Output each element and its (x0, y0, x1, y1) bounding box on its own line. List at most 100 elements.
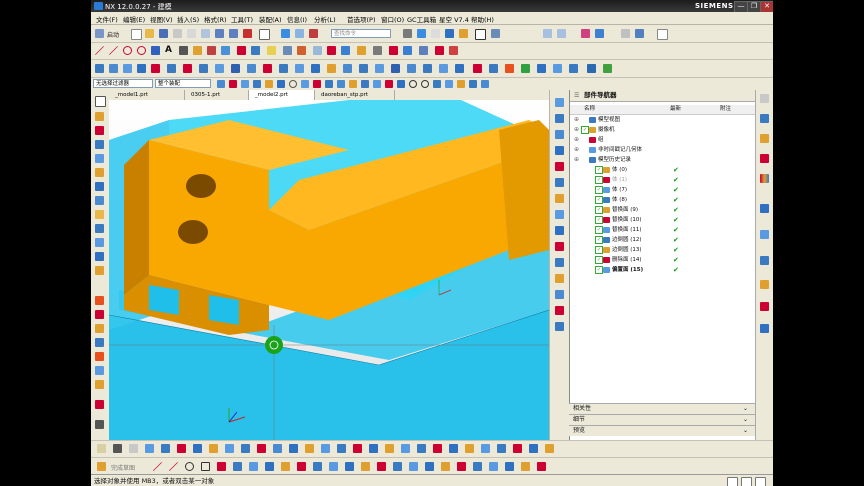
boss-icon[interactable] (137, 64, 146, 73)
navigator-item[interactable]: ✓ 偏置面 (15) ✔ (570, 265, 756, 275)
undo-icon[interactable] (215, 29, 224, 38)
sketch-mirror-icon[interactable] (297, 462, 306, 471)
edit-tool-icon[interactable] (97, 444, 106, 453)
status-fullscreen-icon[interactable] (727, 477, 738, 486)
visibility-checkbox[interactable]: ✓ (595, 256, 603, 264)
sketch-pattern-icon[interactable] (329, 462, 338, 471)
cut-icon[interactable] (173, 29, 182, 38)
delete-face-icon[interactable] (359, 64, 368, 73)
trim-icon[interactable] (207, 46, 216, 55)
expand-toggle-icon[interactable]: ⊕ (574, 125, 579, 135)
graphics-viewport[interactable] (109, 100, 549, 440)
repeat-command-icon[interactable] (243, 29, 252, 38)
save-icon[interactable] (159, 29, 168, 38)
hd3d-tools-icon[interactable] (760, 204, 769, 213)
bridge-icon[interactable] (193, 46, 202, 55)
snap-perp-icon[interactable] (361, 80, 369, 88)
sketch-line-icon[interactable] (153, 462, 162, 471)
sketch-dim-icon[interactable] (345, 462, 354, 471)
open-folder-icon[interactable] (145, 29, 154, 38)
bottom-tool-7-icon[interactable] (289, 444, 298, 453)
patch-icon[interactable] (439, 64, 448, 73)
view-top-icon[interactable] (555, 114, 564, 123)
snap-pole-icon[interactable] (469, 80, 477, 88)
tool-red-icon[interactable] (309, 29, 318, 38)
sketch-tool-1-icon[interactable] (393, 462, 402, 471)
navigator-item[interactable]: ✓ 替换面 (10) ✔ (570, 215, 756, 225)
tab-model1[interactable]: _model1.prt (109, 90, 185, 100)
side-tool-5-icon[interactable] (95, 168, 104, 177)
snap-bounded-icon[interactable] (397, 80, 405, 88)
menu-tools[interactable]: 工具(T) (231, 14, 253, 24)
visibility-checkbox[interactable]: ✓ (595, 166, 603, 174)
side-tool-6-icon[interactable] (95, 182, 104, 191)
sketch-extend-icon[interactable] (281, 462, 290, 471)
menu-xingkong[interactable]: 星空 V7.4 (439, 14, 469, 24)
visibility-checkbox[interactable]: ✓ (595, 236, 603, 244)
extract-icon[interactable] (251, 46, 260, 55)
view-iso-icon[interactable] (555, 146, 564, 155)
line-icon[interactable] (95, 46, 104, 55)
view-fit-icon[interactable] (555, 226, 564, 235)
offset-curve-icon[interactable] (179, 46, 188, 55)
column-notes[interactable]: 附注 (720, 105, 731, 114)
new-file-icon[interactable] (131, 29, 142, 40)
bottom-tool-13-icon[interactable] (385, 444, 394, 453)
view-left-icon[interactable] (555, 194, 564, 203)
sketch-tool-7-icon[interactable] (489, 462, 498, 471)
arrow-right-icon[interactable] (161, 444, 170, 453)
side-tool-18-icon[interactable] (95, 366, 104, 375)
snap-point-icon[interactable] (313, 80, 321, 88)
side-tool-12-icon[interactable] (95, 266, 104, 275)
edge-blend-icon[interactable] (199, 64, 208, 73)
visibility-checkbox[interactable]: ✓ (595, 216, 603, 224)
extrude-icon[interactable] (95, 64, 104, 73)
green-tool-icon[interactable] (521, 64, 530, 73)
move-object-icon[interactable] (569, 64, 578, 73)
side-tool-1-icon[interactable] (95, 112, 104, 121)
fillet-curve-icon[interactable] (449, 46, 458, 55)
menu-preferences[interactable]: 首选项(P) (347, 14, 376, 24)
bottom-tool-16-icon[interactable] (433, 444, 442, 453)
window-cascade-icon[interactable] (543, 29, 552, 38)
view-back-icon[interactable] (555, 162, 564, 171)
navigator-item[interactable]: ⊕ 模型历史记录 (570, 155, 756, 165)
view-trimetric-icon[interactable] (555, 210, 564, 219)
divide-curve-icon[interactable] (327, 46, 336, 55)
view-edges-icon[interactable] (555, 306, 564, 315)
constraint-navigator-icon[interactable] (760, 134, 769, 143)
bottom-tool-17-icon[interactable] (449, 444, 458, 453)
arrow-left-icon[interactable] (145, 444, 154, 453)
menu-format[interactable]: 格式(R) (204, 14, 227, 24)
navigator-menu-icon[interactable]: ☰ (574, 90, 579, 101)
visibility-checkbox[interactable]: ✓ (581, 126, 589, 134)
history-icon[interactable] (760, 256, 769, 265)
visibility-checkbox[interactable]: ✓ (595, 186, 603, 194)
shade-icon[interactable] (417, 29, 426, 38)
constraint-icon[interactable] (403, 46, 412, 55)
sketch-tool-10-icon[interactable] (537, 462, 546, 471)
green-check-tool-icon[interactable] (603, 64, 612, 73)
edit-curve-icon[interactable] (341, 46, 350, 55)
part-navigator-icon[interactable] (760, 154, 769, 163)
expand-toggle-icon[interactable]: ⊕ (574, 145, 579, 155)
name-tool-icon[interactable] (587, 64, 596, 73)
snap-curve-icon[interactable] (433, 80, 441, 88)
navigator-item[interactable]: ⊕ 组 (570, 135, 756, 145)
section-curve-icon[interactable] (297, 46, 306, 55)
view-right-icon[interactable] (555, 130, 564, 139)
navigator-item[interactable]: ⊕ 模型视图 (570, 115, 756, 125)
sketch-tool-4-icon[interactable] (441, 462, 450, 471)
menu-help[interactable]: 帮助(H) (471, 14, 494, 24)
bottom-tool-14-icon[interactable] (401, 444, 410, 453)
snap-icon[interactable] (403, 29, 412, 38)
navigator-item[interactable]: ⊕ ✓ 摄像机 (570, 125, 756, 135)
surface-icon[interactable] (473, 64, 482, 73)
sketch-tool-3-icon[interactable] (425, 462, 434, 471)
mirror-icon[interactable] (419, 46, 428, 55)
snap-intersect-icon[interactable] (277, 80, 285, 88)
snap-grid-icon[interactable] (373, 80, 381, 88)
menu-view[interactable]: 视图(V) (150, 14, 173, 24)
view-bottom-icon[interactable] (555, 178, 564, 187)
view-shaded-icon[interactable] (555, 290, 564, 299)
